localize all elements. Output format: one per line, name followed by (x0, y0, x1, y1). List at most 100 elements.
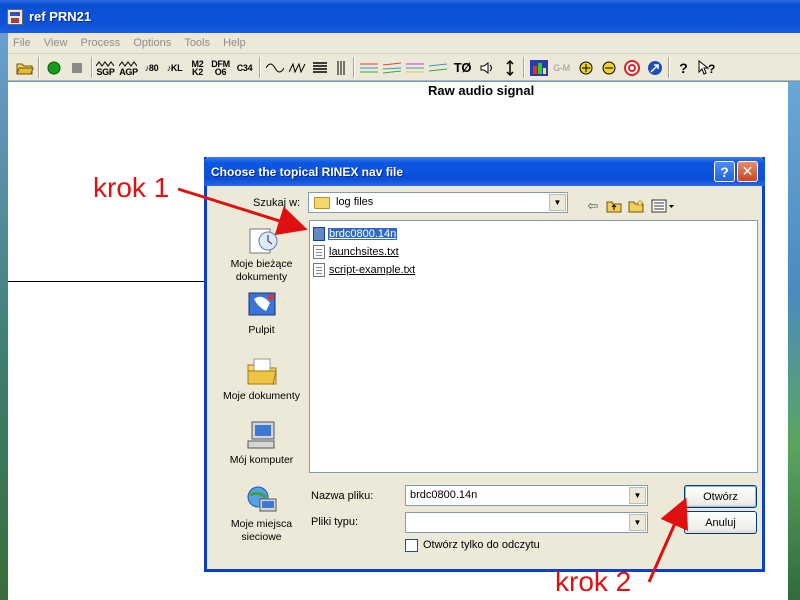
step-2-annotation: krok 2 (555, 566, 632, 597)
open-folder-icon[interactable] (14, 57, 35, 78)
menu-process[interactable]: Process (76, 33, 126, 49)
network-places-icon (246, 483, 278, 515)
place-label-my-computer: Mój komputer (229, 454, 294, 466)
m2k2-button[interactable]: M2 K2 (187, 57, 208, 78)
agp-button[interactable]: AGP (118, 57, 139, 78)
svg-text:?: ? (708, 62, 715, 76)
place-label-network: Moje miejsca sieciowe (230, 518, 293, 543)
color-lines-icon-4[interactable] (427, 57, 448, 78)
places-bar: Moje bieżące dokumenty Pulpit Moje dokum… (214, 217, 309, 557)
menu-options[interactable]: Options (128, 33, 176, 49)
file-list[interactable]: brdc0800.14n launchsites.txt script-exam… (309, 220, 758, 473)
look-in-label: Szukaj w: (253, 197, 301, 209)
sine-wave-icon[interactable] (264, 57, 285, 78)
gm-label: G-M (553, 62, 570, 73)
bars-icon[interactable] (309, 57, 330, 78)
color-lines-icon-1[interactable] (358, 57, 379, 78)
note-80-label: 80 (148, 62, 159, 73)
file-name: script-example.txt (329, 264, 416, 276)
file-name-label: Nazwa pliku: (311, 490, 374, 502)
menu-tools[interactable]: Tools (179, 33, 215, 49)
look-in-value: log files (336, 196, 374, 208)
dfmo6-button[interactable]: DFM O6 (210, 57, 231, 78)
file-name: launchsites.txt (329, 246, 399, 258)
readonly-label: Otwórz tylko do odczytu (423, 539, 540, 551)
record-icon[interactable] (43, 57, 64, 78)
vertical-bars-icon[interactable] (330, 57, 351, 78)
graph-title: Raw audio signal (428, 83, 535, 98)
sgp-label: SGP (96, 66, 115, 77)
toolbar: SGP AGP ♪80 ♪KL M2 K2 DFM O6 C34 TØ G-M … (8, 54, 800, 81)
file-item-script-example[interactable]: script-example.txt (313, 262, 416, 278)
dialog-title: Choose the topical RINEX nav file (211, 165, 404, 179)
folder-icon (314, 197, 330, 209)
cancel-button[interactable]: Anuluj (684, 511, 757, 534)
place-label-recent: Moje bieżące dokumenty (230, 258, 293, 283)
view-menu-icon[interactable] (650, 197, 676, 215)
t-zero-label: TØ (453, 59, 472, 75)
navigate-arrow-icon[interactable] (644, 57, 665, 78)
color-lines-icon-2[interactable] (381, 57, 402, 78)
c34-button[interactable]: C34 (234, 57, 255, 78)
vertical-arrows-icon[interactable] (499, 57, 520, 78)
place-label-my-documents: Moje dokumenty (222, 390, 301, 402)
stop-icon[interactable] (66, 57, 87, 78)
file-type-dropdown[interactable]: ▼ (405, 512, 648, 533)
gm-button[interactable]: G-M (551, 57, 572, 78)
speaker-icon[interactable] (476, 57, 497, 78)
target-minus-icon[interactable] (598, 57, 619, 78)
place-desktop[interactable]: Pulpit (214, 289, 309, 337)
note-80-button[interactable]: ♪80 (141, 57, 162, 78)
dialog-help-button[interactable]: ? (714, 161, 735, 182)
chevron-down-icon: ▼ (549, 194, 566, 211)
file-item-brdc[interactable]: brdc0800.14n (313, 226, 398, 242)
main-titlebar[interactable]: ref PRN21 (0, 0, 800, 33)
dialog-close-button[interactable]: ✕ (737, 161, 758, 182)
file-item-launchsites[interactable]: launchsites.txt (313, 244, 400, 260)
pulse-wave-icon[interactable] (287, 57, 308, 78)
chevron-down-icon[interactable]: ▼ (629, 487, 646, 504)
up-folder-icon[interactable] (604, 197, 624, 215)
text-file-icon (313, 263, 325, 277)
app-icon (7, 9, 23, 25)
dialog-titlebar[interactable]: Choose the topical RINEX nav file ? ✕ (204, 157, 765, 186)
file-icon (313, 227, 325, 241)
menu-help[interactable]: Help (218, 33, 251, 49)
target-ring-icon[interactable] (621, 57, 642, 78)
note-kl-button[interactable]: ♪KL (164, 57, 185, 78)
note-kl-label: KL (170, 62, 183, 73)
place-my-computer[interactable]: Mój komputer (214, 419, 309, 467)
help-icon[interactable]: ? (673, 57, 694, 78)
back-arrow-icon[interactable]: ⇦ (583, 197, 603, 215)
look-in-dropdown[interactable]: log files ▼ (308, 192, 568, 213)
window-title: ref PRN21 (29, 9, 92, 24)
new-folder-icon[interactable] (626, 197, 646, 215)
place-my-documents[interactable]: Moje dokumenty (214, 355, 309, 403)
place-label-desktop: Pulpit (248, 324, 275, 336)
color-lines-icon-3[interactable] (404, 57, 425, 78)
signal-baseline (8, 281, 208, 282)
file-name-input[interactable]: brdc0800.14n ▼ (405, 485, 648, 506)
spectrum-icon[interactable] (528, 57, 549, 78)
open-file-dialog: Choose the topical RINEX nav file ? ✕ Sz… (204, 157, 765, 572)
recent-documents-icon (246, 223, 278, 255)
place-network[interactable]: Moje miejsca sieciowe (214, 483, 309, 544)
context-help-icon[interactable]: ? (696, 57, 717, 78)
menu-file[interactable]: File (8, 33, 36, 49)
desktop-edge-right (788, 82, 800, 600)
step-1-annotation: krok 1 (93, 172, 170, 203)
my-documents-icon (246, 355, 278, 387)
readonly-checkbox[interactable] (405, 539, 418, 552)
chevron-down-icon[interactable]: ▼ (629, 514, 646, 531)
dfmo6-label: DFM O6 (211, 58, 230, 77)
target-plus-icon[interactable] (575, 57, 596, 78)
file-name: brdc0800.14n (328, 228, 398, 240)
menu-view[interactable]: View (39, 33, 73, 49)
desktop-icon (246, 289, 278, 321)
m2k2-label: M2 K2 (191, 58, 204, 77)
c34-label: C34 (236, 62, 253, 73)
open-button[interactable]: Otwórz (684, 485, 757, 508)
sgp-button[interactable]: SGP (95, 57, 116, 78)
t-zero-button[interactable]: TØ (452, 57, 473, 78)
place-recent-documents[interactable]: Moje bieżące dokumenty (214, 223, 309, 284)
